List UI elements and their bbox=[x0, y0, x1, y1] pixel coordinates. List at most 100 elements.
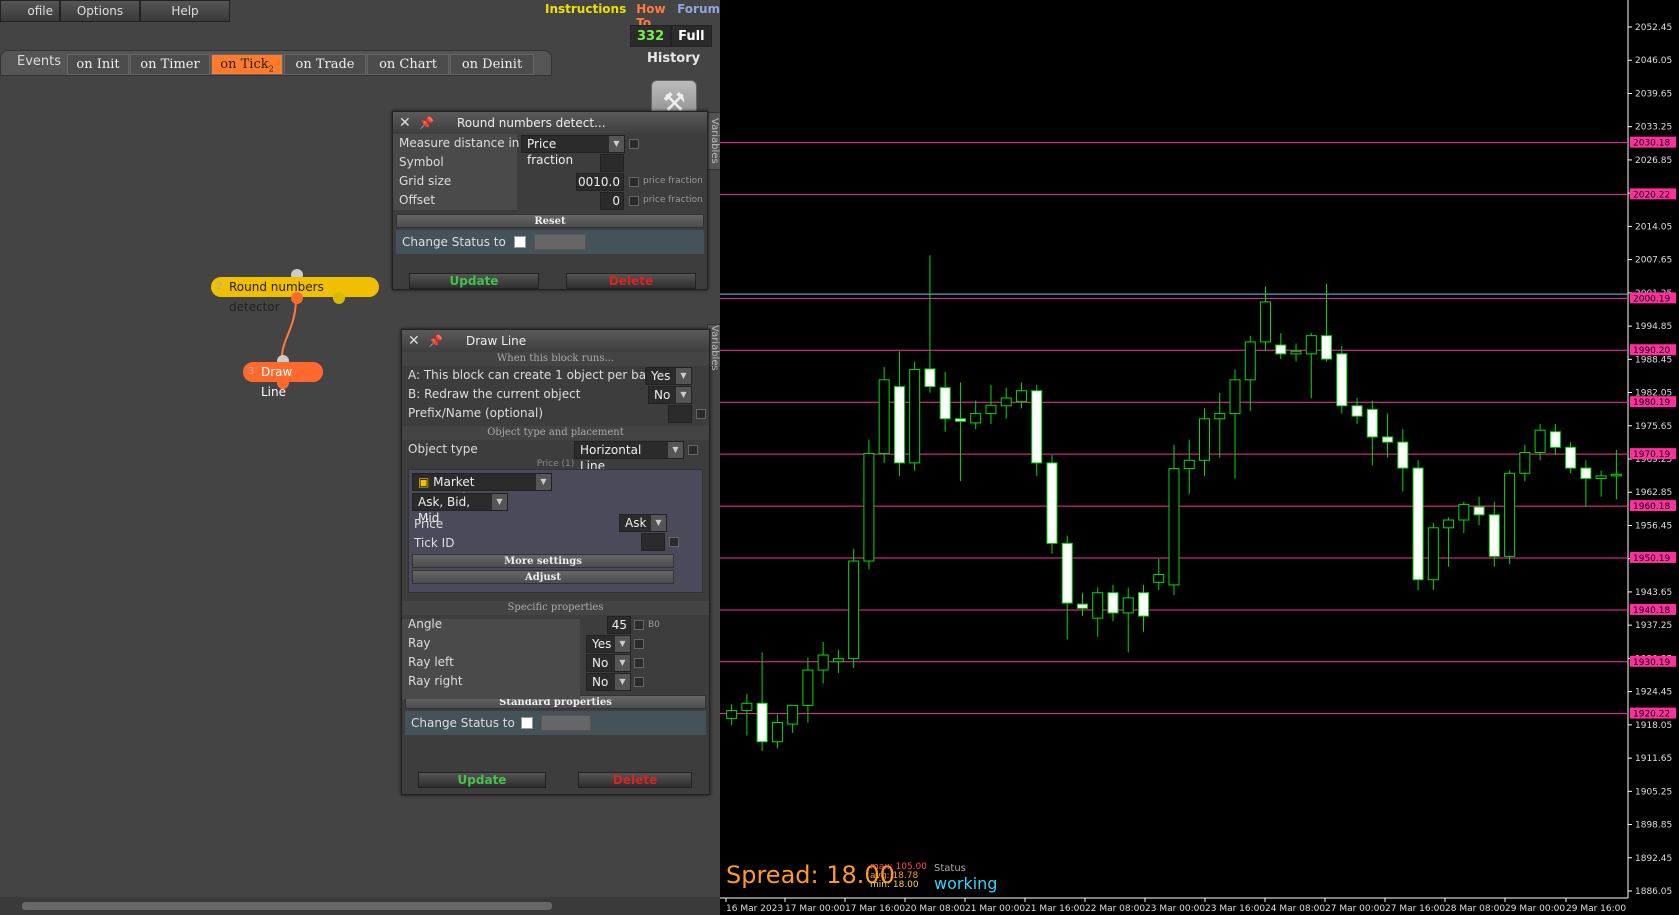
angle-input[interactable]: 45 bbox=[607, 616, 631, 634]
update-button[interactable]: Update bbox=[418, 772, 546, 788]
a-select[interactable]: Yes ▼ bbox=[645, 367, 692, 385]
price-source-box: ▣ Market properties▼ Ask, Bid, Mid▼ Pric… bbox=[408, 469, 703, 593]
price-tick-label: 1962.85 bbox=[1635, 488, 1672, 498]
bear-candle bbox=[1336, 353, 1348, 407]
ray-checkbox[interactable] bbox=[634, 639, 644, 649]
bear-candle bbox=[1321, 335, 1333, 360]
grid-checkbox[interactable] bbox=[629, 177, 639, 187]
bear-candle bbox=[1031, 390, 1043, 464]
node2-output-port[interactable] bbox=[277, 377, 289, 389]
time-tick-label: 28 Mar 08:00 bbox=[1445, 904, 1505, 914]
measure-checkbox[interactable] bbox=[629, 139, 639, 149]
price-tick-label: 2026.85 bbox=[1635, 156, 1672, 166]
price-tick-label: 1886.05 bbox=[1635, 887, 1672, 897]
bear-candle bbox=[1275, 344, 1287, 355]
grid-row: Grid size 0010.0 price fraction bbox=[393, 172, 707, 191]
change-status-input[interactable] bbox=[541, 715, 591, 731]
delete-button[interactable]: Delete bbox=[566, 273, 696, 289]
delete-button[interactable]: Delete bbox=[578, 772, 692, 788]
rayleft-checkbox[interactable] bbox=[634, 658, 644, 668]
bear-candle bbox=[1565, 446, 1577, 469]
node1-output-port-2[interactable] bbox=[333, 292, 345, 304]
price-value: Ask bbox=[625, 516, 647, 530]
price-tick-label: 2007.65 bbox=[1635, 256, 1672, 266]
bull-candle bbox=[802, 669, 814, 706]
bull-candle bbox=[1458, 503, 1470, 521]
offset-checkbox[interactable] bbox=[629, 196, 639, 206]
offset-input[interactable]: 0 bbox=[600, 192, 624, 210]
chevron-down-icon: ▼ bbox=[492, 494, 507, 510]
rayright-select[interactable]: No ▼ bbox=[586, 673, 631, 691]
objtype-select[interactable]: Horizontal Line ▼ bbox=[574, 441, 684, 473]
objtype-checkbox[interactable] bbox=[688, 445, 698, 455]
bear-candle bbox=[1580, 467, 1592, 479]
change-status-label: Change Status to bbox=[402, 235, 506, 249]
a-value: Yes bbox=[651, 369, 671, 383]
change-status-input[interactable] bbox=[534, 234, 586, 250]
price-chart[interactable]: 2052.45 2046.05 2039.65 2033.25 2026.85 2020.… bbox=[720, 0, 1679, 915]
change-status-checkbox[interactable] bbox=[521, 717, 533, 729]
round-number-label: 2000.19 bbox=[1633, 294, 1670, 304]
reset-button[interactable]: Reset bbox=[396, 214, 704, 228]
rayleft-select[interactable]: No ▼ bbox=[586, 654, 631, 672]
ray-select[interactable]: Yes ▼ bbox=[586, 635, 631, 653]
prefix-checkbox[interactable] bbox=[696, 409, 706, 419]
bull-candle bbox=[1229, 379, 1241, 415]
price-tick-label: 1898.85 bbox=[1635, 821, 1672, 831]
bull-candle bbox=[1122, 597, 1134, 614]
a-label: A: This block can create 1 object per ba… bbox=[408, 368, 652, 382]
adjust-button[interactable]: Adjust bbox=[412, 570, 674, 584]
prefix-input[interactable] bbox=[668, 405, 692, 423]
bull-candle bbox=[1519, 452, 1531, 474]
rayleft-row: Ray left No ▼ bbox=[402, 653, 709, 672]
angle-checkbox[interactable] bbox=[634, 620, 644, 630]
pin-icon[interactable]: 📌 bbox=[419, 112, 434, 134]
node-index: 2 bbox=[216, 281, 223, 292]
node-link bbox=[280, 297, 297, 363]
time-tick-label: 21 Mar 00:00 bbox=[965, 904, 1025, 914]
panel-title: Round numbers detect... bbox=[457, 116, 606, 130]
tickid-checkbox[interactable] bbox=[669, 537, 679, 547]
bear-candle bbox=[924, 368, 936, 388]
chevron-down-icon: ▼ bbox=[615, 674, 630, 690]
close-icon[interactable]: ✕ bbox=[408, 330, 420, 352]
update-button[interactable]: Update bbox=[409, 273, 539, 289]
panel-header: ✕ 📌 Round numbers detect... bbox=[393, 112, 707, 134]
measure-select[interactable]: Price fraction ▼ bbox=[521, 135, 625, 167]
scrollbar-thumb[interactable] bbox=[22, 902, 552, 910]
time-tick-label: 17 Mar 00:00 bbox=[785, 904, 845, 914]
price-select[interactable]: Ask ▼ bbox=[619, 514, 667, 532]
b-select[interactable]: No ▼ bbox=[648, 386, 692, 404]
symbol-input[interactable] bbox=[600, 154, 624, 172]
bull-candle bbox=[1015, 390, 1027, 403]
time-tick-label: 23 Mar 00:00 bbox=[1145, 904, 1205, 914]
bull-candle bbox=[741, 702, 753, 712]
bull-candle bbox=[1092, 592, 1104, 619]
strategy-editor: ofile Options Help Instructions How To F… bbox=[0, 0, 720, 915]
close-icon[interactable]: ✕ bbox=[399, 112, 411, 134]
b-label: B: Redraw the current object bbox=[408, 387, 581, 401]
rayright-checkbox[interactable] bbox=[634, 677, 644, 687]
round-number-label: 1970.19 bbox=[1633, 450, 1670, 460]
offset-label: Offset bbox=[399, 193, 436, 207]
market-properties-select[interactable]: ▣ Market properties▼ bbox=[412, 473, 552, 505]
offset-hint: price fraction bbox=[643, 195, 703, 205]
price-tick-label: 1937.25 bbox=[1635, 621, 1672, 631]
objtype-row: Object type Horizontal Line ▼ bbox=[402, 440, 709, 473]
bull-candle bbox=[878, 379, 890, 455]
bull-candle bbox=[1443, 519, 1455, 529]
grid-input[interactable]: 0010.0 bbox=[576, 173, 624, 191]
bull-candle bbox=[817, 654, 829, 671]
more-settings-button[interactable]: More settings bbox=[412, 554, 674, 568]
pin-icon[interactable]: 📌 bbox=[428, 330, 443, 352]
ray-value: Yes bbox=[592, 637, 612, 651]
panel-title: Draw Line bbox=[466, 334, 527, 348]
node1-output-port[interactable] bbox=[291, 292, 303, 304]
time-tick-label: 16 Mar 2023 bbox=[726, 904, 783, 914]
bear-candle bbox=[1076, 603, 1088, 609]
horizontal-scrollbar[interactable] bbox=[0, 897, 720, 915]
askbid-select[interactable]: Ask, Bid, Mid ▼ bbox=[412, 493, 508, 525]
bear-candle bbox=[1366, 408, 1378, 438]
change-status-checkbox[interactable] bbox=[514, 236, 526, 248]
tickid-input[interactable] bbox=[641, 533, 665, 551]
